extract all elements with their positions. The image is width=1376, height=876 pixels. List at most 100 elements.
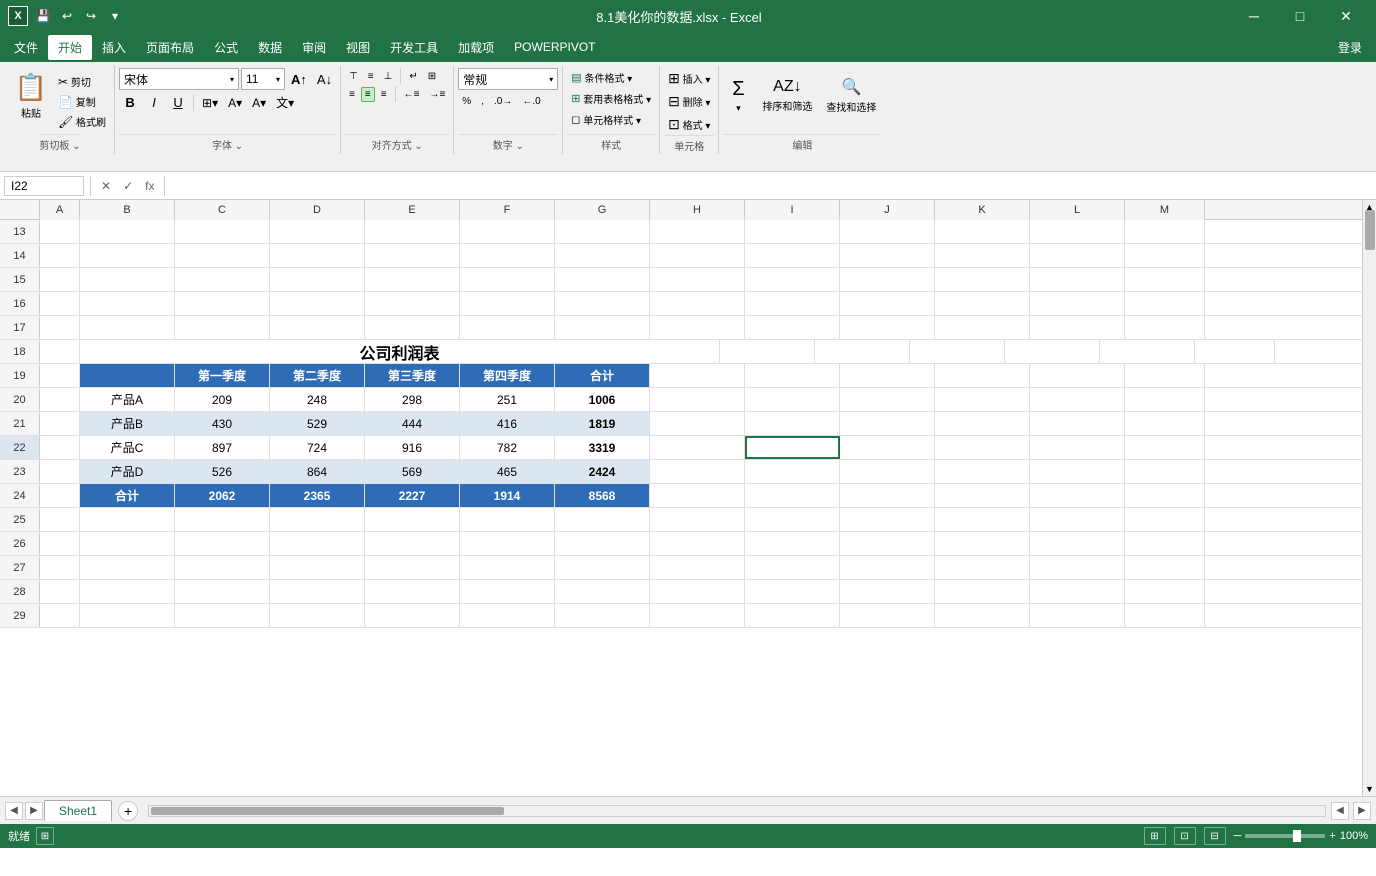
total-q1[interactable]: 2062 [175, 484, 270, 507]
zoom-decrease-button[interactable]: ─ [1234, 830, 1242, 842]
formula-input[interactable] [171, 176, 1372, 196]
table-style-button[interactable]: ⊞ 套用表格格式 ▾ [567, 89, 655, 108]
page-break-view-button[interactable]: ⊟ [1204, 827, 1226, 845]
product-c-q3[interactable]: 916 [365, 436, 460, 459]
normal-view-button[interactable]: ⊞ [1144, 827, 1166, 845]
product-d-q1[interactable]: 526 [175, 460, 270, 483]
menu-review[interactable]: 审阅 [292, 35, 336, 60]
total-q4[interactable]: 1914 [460, 484, 555, 507]
login-link[interactable]: 登录 [1328, 35, 1372, 60]
menu-page-layout[interactable]: 页面布局 [136, 35, 204, 60]
redo-icon[interactable]: ↪ [80, 5, 102, 27]
cell-l13[interactable] [1030, 220, 1125, 243]
paste-button[interactable]: 📋 粘贴 [10, 68, 52, 123]
scroll-sheets-right-button[interactable]: ▶ [25, 802, 43, 820]
minimize-button[interactable]: ─ [1232, 0, 1276, 32]
sum-button[interactable]: Σ ▾ [723, 68, 753, 123]
copy-button[interactable]: 📄 复制 [54, 92, 110, 111]
product-a-name[interactable]: 产品A [80, 388, 175, 411]
product-b-total[interactable]: 1819 [555, 412, 650, 435]
menu-formula[interactable]: 公式 [204, 35, 248, 60]
cell-h13[interactable] [650, 220, 745, 243]
menu-insert[interactable]: 插入 [92, 35, 136, 60]
col-header-b[interactable]: B [80, 200, 175, 220]
cut-button[interactable]: ✂ 剪切 [54, 72, 110, 91]
product-c-q2[interactable]: 724 [270, 436, 365, 459]
cell-style-button[interactable]: ◻ 单元格样式 ▾ [567, 110, 645, 129]
col-header-f[interactable]: F [460, 200, 555, 220]
cell-e13[interactable] [365, 220, 460, 243]
menu-view[interactable]: 视图 [336, 35, 380, 60]
format-cells-button[interactable]: ⊡ 格式 ▾ [664, 114, 714, 135]
col-header-j[interactable]: J [840, 200, 935, 220]
number-format-selector[interactable]: 常规 ▾ [458, 68, 558, 90]
product-a-q4[interactable]: 251 [460, 388, 555, 411]
cell-j13[interactable] [840, 220, 935, 243]
merge-button[interactable]: ⊞ [424, 69, 440, 84]
fill-color-button[interactable]: A▾ [224, 94, 246, 112]
total-total[interactable]: 8568 [555, 484, 650, 507]
align-center-button[interactable]: ≡ [361, 87, 375, 102]
scroll-right-button[interactable]: ▶ [1353, 802, 1371, 820]
cell-b13[interactable] [80, 220, 175, 243]
header-q3[interactable]: 第三季度 [365, 364, 460, 387]
italic-button[interactable]: I [143, 93, 165, 112]
product-d-q2[interactable]: 864 [270, 460, 365, 483]
save-icon[interactable]: 💾 [32, 5, 54, 27]
col-header-h[interactable]: H [650, 200, 745, 220]
cell-a14[interactable] [40, 244, 80, 267]
header-q1[interactable]: 第一季度 [175, 364, 270, 387]
product-b-name[interactable]: 产品B [80, 412, 175, 435]
cell-g13[interactable] [555, 220, 650, 243]
cell-a13[interactable] [40, 220, 80, 243]
insert-cells-button[interactable]: ⊞ 插入 ▾ [664, 68, 714, 89]
product-d-q4[interactable]: 465 [460, 460, 555, 483]
scroll-down-button[interactable]: ▼ [1363, 782, 1376, 796]
border-button[interactable]: ⊞▾ [198, 94, 222, 112]
decrease-indent-button[interactable]: ←≡ [400, 87, 424, 102]
table-title-cell[interactable]: 公司利润表 [80, 340, 720, 363]
wrap-button[interactable]: ↵ [405, 69, 421, 84]
cell-m13[interactable] [1125, 220, 1205, 243]
product-c-q1[interactable]: 897 [175, 436, 270, 459]
align-right-button[interactable]: ≡ [377, 87, 391, 102]
product-a-q2[interactable]: 248 [270, 388, 365, 411]
menu-powerpivot[interactable]: POWERPIVOT [504, 36, 605, 58]
thousands-button[interactable]: , [477, 94, 488, 109]
col-header-e[interactable]: E [365, 200, 460, 220]
zoom-slider[interactable] [1245, 834, 1325, 838]
insert-function-button[interactable]: fx [141, 179, 158, 193]
product-b-q1[interactable]: 430 [175, 412, 270, 435]
vertical-scrollbar[interactable]: ▲ ▼ [1362, 200, 1376, 796]
page-layout-view-button[interactable]: ⊡ [1174, 827, 1196, 845]
format-painter-button[interactable]: 🖌 格式刷 [54, 112, 110, 131]
menu-addins[interactable]: 加载项 [448, 35, 504, 60]
find-select-button[interactable]: 🔍 查找和选择 [821, 68, 881, 123]
horizontal-scrollbar[interactable] [148, 805, 1326, 817]
product-c-name[interactable]: 产品C [80, 436, 175, 459]
product-d-name[interactable]: 产品D [80, 460, 175, 483]
increase-indent-button[interactable]: →≡ [425, 87, 449, 102]
decrease-font-button[interactable]: A↓ [313, 70, 336, 89]
col-header-g[interactable]: G [555, 200, 650, 220]
sheet-tab-sheet1[interactable]: Sheet1 [44, 800, 112, 821]
align-bottom-button[interactable]: ⊥ [380, 69, 397, 84]
bold-button[interactable]: B [119, 93, 141, 112]
close-button[interactable]: ✕ [1324, 0, 1368, 32]
align-top-button[interactable]: ⊤ [345, 69, 362, 84]
align-left-button[interactable]: ≡ [345, 87, 359, 102]
menu-developer[interactable]: 开发工具 [380, 35, 448, 60]
menu-home[interactable]: 开始 [48, 35, 92, 60]
macro-button[interactable]: ⊞ [36, 827, 54, 845]
cell-reference-box[interactable]: I22 [4, 176, 84, 196]
sort-button[interactable]: AZ↓ 排序和筛选 [757, 68, 817, 123]
header-q4[interactable]: 第四季度 [460, 364, 555, 387]
maximize-button[interactable]: □ [1278, 0, 1322, 32]
col-header-l[interactable]: L [1030, 200, 1125, 220]
menu-data[interactable]: 数据 [248, 35, 292, 60]
product-a-q1[interactable]: 209 [175, 388, 270, 411]
header-q2[interactable]: 第二季度 [270, 364, 365, 387]
cell-c13[interactable] [175, 220, 270, 243]
percent-button[interactable]: % [458, 94, 475, 109]
h-scroll-thumb[interactable] [151, 807, 504, 815]
